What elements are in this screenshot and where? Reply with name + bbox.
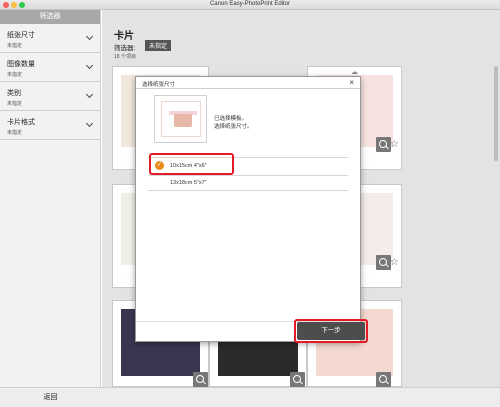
- dialog-title: 选择纸张尺寸: [142, 82, 176, 88]
- filter-value: 未指定: [7, 43, 23, 49]
- sidebar-header: 筛选器: [0, 10, 100, 24]
- cloud-icon: ☁: [351, 69, 358, 76]
- back-button[interactable]: 返回: [0, 388, 101, 407]
- title-bar: Canon Easy-PhotoPrint Editor: [0, 0, 500, 10]
- filter-value: 未指定: [7, 72, 23, 78]
- window-title: Canon Easy-PhotoPrint Editor: [209, 1, 291, 7]
- close-icon[interactable]: ×: [349, 78, 354, 87]
- filter-image-count[interactable]: 图像数量 未指定: [0, 53, 100, 82]
- filter-sidebar: 筛选器 纸张尺寸 未指定 图像数量 未指定 类别 未指定 卡片格式 未指定: [0, 10, 101, 407]
- dialog-message: 已选择模板。 选择纸张尺寸。: [214, 116, 253, 130]
- filter-paper-size[interactable]: 纸张尺寸 未指定: [0, 24, 100, 53]
- template-preview: [154, 95, 207, 143]
- zoom-icon[interactable]: [290, 372, 305, 387]
- bottom-bar: 返回: [0, 387, 500, 407]
- preview-photo: [174, 114, 192, 127]
- zoom-icon[interactable]: [376, 255, 391, 270]
- scrollbar[interactable]: [494, 66, 498, 161]
- page-title: 卡片: [114, 31, 134, 42]
- next-button-highlight: [294, 319, 368, 343]
- divider: [148, 190, 348, 191]
- result-count: 18 个项目: [114, 54, 136, 60]
- zoom-icon[interactable]: [376, 372, 391, 387]
- divider: [136, 88, 360, 89]
- selected-size-highlight: [149, 153, 234, 175]
- star-icon[interactable]: ☆: [390, 140, 399, 150]
- size-option-label: 13x18cm 5"x7": [170, 180, 207, 186]
- zoom-icon[interactable]: [376, 137, 391, 152]
- filter-label: 筛选器:: [114, 45, 136, 52]
- zoom-icon[interactable]: [193, 372, 208, 387]
- preview-card: [161, 101, 201, 137]
- filter-category[interactable]: 类别 未指定: [0, 82, 100, 111]
- filter-badge[interactable]: 未指定: [145, 40, 172, 51]
- filter-value: 未指定: [7, 101, 23, 107]
- star-icon[interactable]: ☆: [390, 258, 399, 268]
- filter-value: 未指定: [7, 130, 23, 136]
- filter-card-format[interactable]: 卡片格式 未指定: [0, 111, 100, 140]
- paper-size-dialog: 选择纸张尺寸 × 已选择模板。 选择纸张尺寸。 ✓ 10x15cm 4"x6" …: [135, 76, 361, 342]
